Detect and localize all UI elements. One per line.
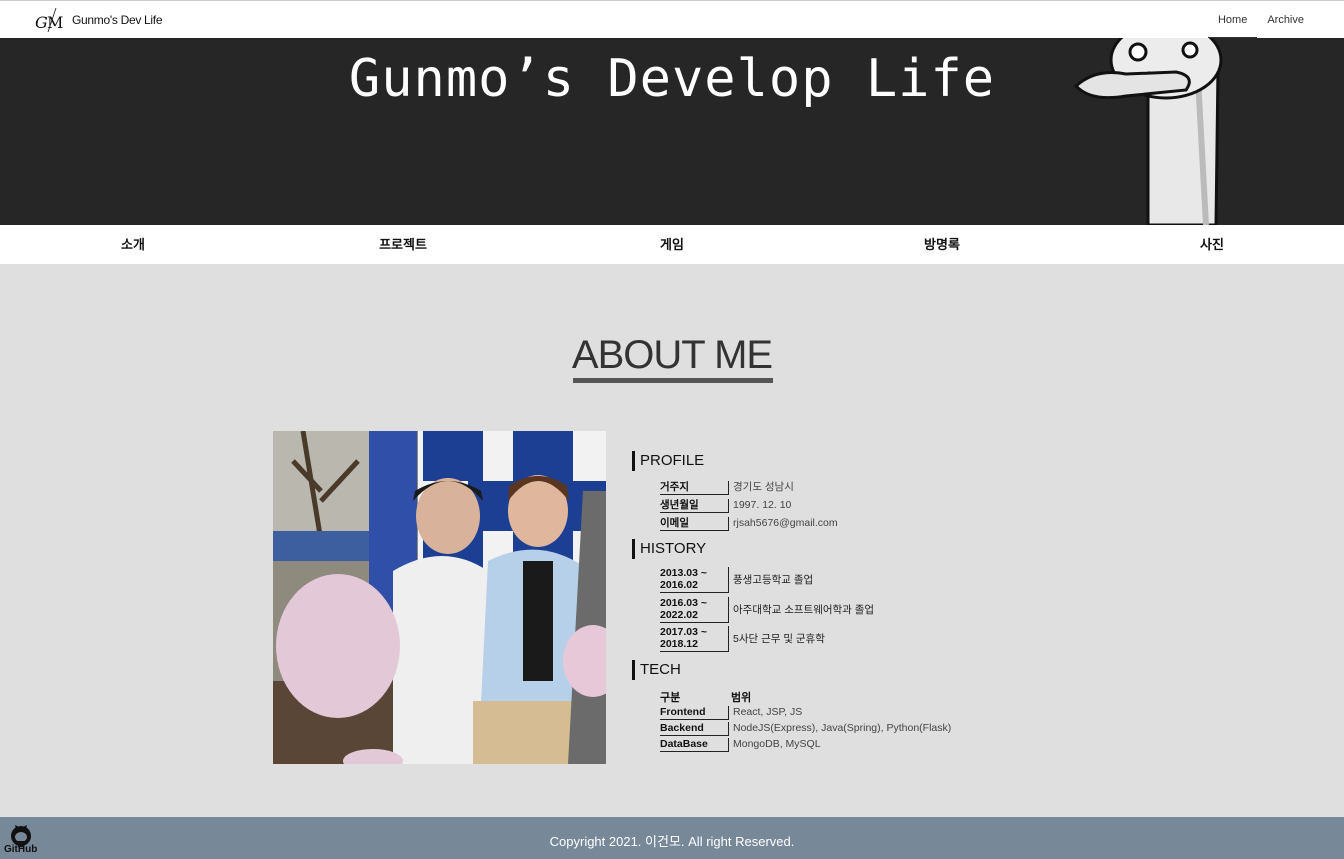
history-period-1: 2013.03 ~ 2016.02 <box>660 567 729 593</box>
history-period-1-start: 2013.03 ~ <box>660 567 708 579</box>
category-games[interactable]: 게임 <box>660 225 684 264</box>
history-value-2: 아주대학교 소프트웨어학과 졸업 <box>733 604 875 616</box>
tech-col-scope: 범위 <box>731 692 752 704</box>
category-nav: 소개 프로젝트 게임 방명록 사진 <box>0 225 1344 264</box>
category-intro[interactable]: 소개 <box>121 225 145 264</box>
profile-heading: PROFILE <box>632 451 704 471</box>
nav-home-link[interactable]: Home <box>1207 1 1258 39</box>
profile-label-email: 이메일 <box>660 517 729 531</box>
profile-value-residence: 경기도 성남시 <box>733 481 794 493</box>
about-title: ABOUT ME <box>571 333 773 377</box>
profile-value-email: rjsah5676@gmail.com <box>733 517 838 529</box>
history-value-3: 5사단 근무 및 군휴학 <box>733 633 825 645</box>
mascot-illustration <box>1073 38 1223 225</box>
hero-banner: Gunmo’s Develop Life <box>0 38 1344 225</box>
tech-value-backend: NodeJS(Express), Java(Spring), Python(Fl… <box>733 722 952 734</box>
profile-value-birth: 1997. 12. 10 <box>733 499 792 511</box>
history-value-1: 풍생고등학교 졸업 <box>733 574 814 586</box>
gm-logo-icon[interactable]: G M <box>34 7 64 33</box>
profile-label-residence: 거주지 <box>660 481 729 495</box>
tech-col-category: 구분 <box>660 692 681 704</box>
tech-label-database: DataBase <box>660 738 729 752</box>
history-heading: HISTORY <box>632 539 706 559</box>
tech-label-backend: Backend <box>660 722 729 736</box>
history-period-2: 2016.03 ~ 2022.02 <box>660 597 729 623</box>
copyright-text: Copyright 2021. 이건모. All right Reserved. <box>549 834 795 849</box>
nav-archive-link[interactable]: Archive <box>1257 1 1314 39</box>
profile-photo <box>273 431 606 764</box>
category-photos[interactable]: 사진 <box>1200 225 1224 264</box>
history-period-2-end: 2022.02 <box>660 609 698 621</box>
top-bar: G M Gunmo's Dev Life Home Archive <box>0 0 1344 39</box>
site-title[interactable]: Gunmo's Dev Life <box>72 13 163 27</box>
history-period-3-end: 2018.12 <box>660 638 698 650</box>
tech-label-frontend: Frontend <box>660 706 729 720</box>
tech-value-database: MongoDB, MySQL <box>733 738 821 750</box>
history-period-2-start: 2016.03 ~ <box>660 597 708 609</box>
history-period-3: 2017.03 ~ 2018.12 <box>660 626 729 652</box>
tech-heading: TECH <box>632 660 681 680</box>
history-period-1-end: 2016.02 <box>660 579 698 591</box>
footer: GitHub Copyright 2021. 이건모. All right Re… <box>0 817 1344 859</box>
category-projects[interactable]: 프로젝트 <box>379 225 427 264</box>
history-period-3-start: 2017.03 ~ <box>660 626 708 638</box>
category-guestbook[interactable]: 방명록 <box>924 225 960 264</box>
profile-label-birth: 생년월일 <box>660 499 729 513</box>
svg-text:M: M <box>47 13 63 32</box>
tech-value-frontend: React, JSP, JS <box>733 706 803 718</box>
about-title-underline <box>573 378 773 383</box>
top-nav: Home Archive <box>1207 1 1314 39</box>
